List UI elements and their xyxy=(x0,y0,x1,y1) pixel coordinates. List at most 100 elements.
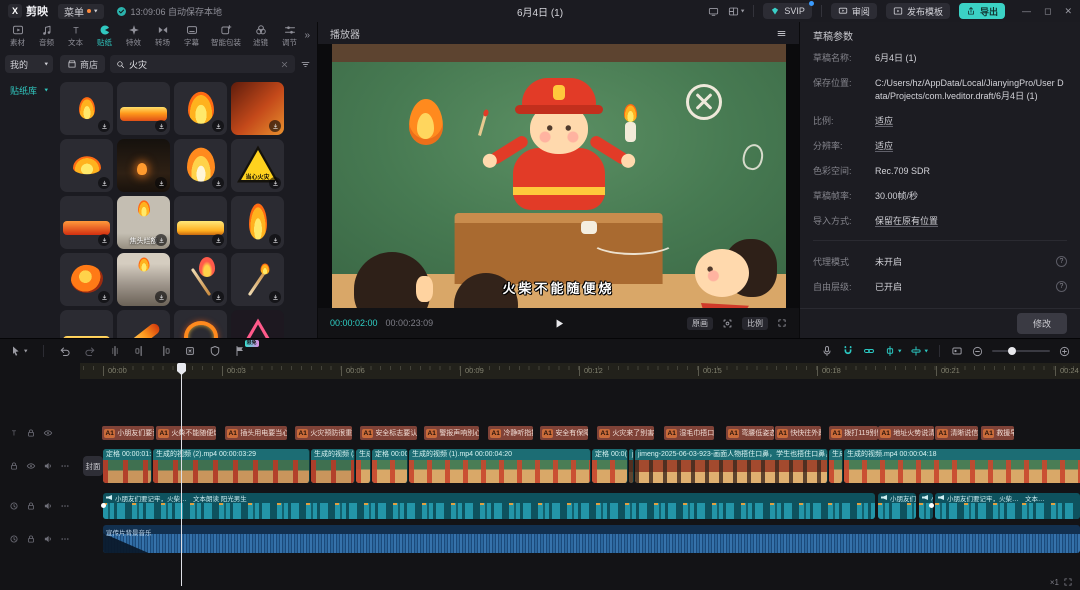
undo-button[interactable] xyxy=(59,345,71,357)
loop-icon[interactable] xyxy=(9,501,19,511)
download-icon[interactable] xyxy=(212,120,224,132)
sticker-photo-cat[interactable] xyxy=(117,253,170,306)
sticker-match-lit[interactable] xyxy=(174,253,227,306)
my-assets-select[interactable]: 我的 ▾ xyxy=(5,55,53,73)
text-clip[interactable]: A1清晰说信息 xyxy=(935,426,978,440)
modify-button[interactable]: 修改 xyxy=(1017,313,1067,334)
text-clip[interactable]: A1快快往外跑 xyxy=(775,426,821,440)
slider-knob[interactable] xyxy=(1008,347,1016,355)
download-icon[interactable] xyxy=(212,177,224,189)
video-frame[interactable]: 火柴不能随便烧 xyxy=(332,44,786,308)
player-menu-icon[interactable] xyxy=(776,28,787,39)
mute-icon[interactable] xyxy=(43,501,53,511)
more-icon[interactable] xyxy=(60,501,70,511)
download-icon[interactable] xyxy=(98,120,110,132)
download-icon[interactable] xyxy=(155,234,167,246)
player-only-view-icon[interactable] xyxy=(708,6,719,17)
tab-text[interactable]: T文本 xyxy=(61,22,90,49)
lock-icon[interactable] xyxy=(26,501,36,511)
download-icon[interactable] xyxy=(212,291,224,303)
download-icon[interactable] xyxy=(98,291,110,303)
ratio-button[interactable]: 比例 xyxy=(742,317,768,330)
delete-button[interactable] xyxy=(184,345,196,357)
sticker-explosion[interactable] xyxy=(60,253,113,306)
text-clip[interactable]: A1安全标志要认清 xyxy=(360,426,417,440)
tab-caption[interactable]: 字幕 xyxy=(177,22,206,49)
tab-effect[interactable]: 特效 xyxy=(119,22,148,49)
video-clip[interactable]: 生成的视频.mp4 00:00:04:18 xyxy=(844,449,1080,483)
maximize-button[interactable]: ◻ xyxy=(1044,6,1051,17)
close-button[interactable]: ✕ xyxy=(1064,6,1072,17)
text-clip[interactable]: A1冷静听指挥 xyxy=(488,426,533,440)
more-icon[interactable] xyxy=(60,534,70,544)
marker-button[interactable]: 限免 xyxy=(234,345,246,357)
eye-icon[interactable] xyxy=(43,428,53,438)
sticker-neon-triangle[interactable]: 遇到火灾 xyxy=(231,310,284,338)
video-clip[interactable]: jir xyxy=(629,449,634,483)
clear-search-icon[interactable] xyxy=(280,60,289,69)
lock-icon[interactable] xyxy=(26,428,36,438)
text-clip[interactable]: A1弯腰低姿态 xyxy=(726,426,774,440)
sticker-fire-row[interactable] xyxy=(60,310,113,338)
text-clip[interactable]: A1插头用电要当心 xyxy=(225,426,287,440)
tab-media[interactable]: 素材 xyxy=(3,22,32,49)
fit-focus-icon[interactable] xyxy=(722,318,733,329)
text-clip[interactable]: A1安全有保障 xyxy=(540,426,588,440)
help-icon[interactable]: ? xyxy=(1056,281,1067,292)
text-clip[interactable]: A1救援早到达 xyxy=(981,426,1014,440)
field-value[interactable]: 保留在原有位置 xyxy=(875,215,1067,228)
sticker-fire-comet[interactable] xyxy=(117,310,170,338)
download-icon[interactable] xyxy=(269,177,281,189)
zoom-out-icon[interactable] xyxy=(972,346,983,357)
video-clip[interactable]: 定格 00:0( xyxy=(592,449,628,483)
video-clip[interactable]: 生成 xyxy=(356,449,371,483)
video-clip[interactable]: 生成的视频 (1).mp4 00:00:04:20 xyxy=(409,449,591,483)
field-value[interactable]: 适应 xyxy=(875,115,1067,128)
video-clip[interactable]: 定格 00:00:01:09 xyxy=(103,449,152,483)
sticker-flame-small[interactable] xyxy=(60,82,113,135)
video-clip[interactable]: 定格 00:00:0 xyxy=(372,449,408,483)
fit-timeline-icon[interactable] xyxy=(1063,577,1073,587)
layout-switch-button[interactable]: ▾ xyxy=(728,6,745,17)
filter-icon[interactable] xyxy=(300,59,311,70)
video-clip[interactable]: 生成的 xyxy=(829,449,843,483)
download-icon[interactable] xyxy=(269,120,281,132)
mask-button[interactable] xyxy=(209,345,221,357)
more-tabs-chevron[interactable]: » xyxy=(304,30,314,41)
fade-handle-dot[interactable] xyxy=(101,503,106,508)
snap-magnet-icon[interactable] xyxy=(842,345,854,357)
record-voice-icon[interactable] xyxy=(821,345,833,357)
search-input[interactable] xyxy=(129,59,276,69)
tab-smartpack[interactable]: 智能包装 xyxy=(206,22,246,49)
field-value[interactable]: 适应 xyxy=(875,140,1067,153)
text-clip[interactable]: A1火灾预防很重要 xyxy=(295,426,352,440)
help-icon[interactable]: ? xyxy=(1056,256,1067,267)
split-button[interactable] xyxy=(109,345,121,357)
export-button[interactable]: 导出 xyxy=(959,3,1005,19)
tab-transition[interactable]: 转场 xyxy=(148,22,177,49)
download-icon[interactable] xyxy=(155,291,167,303)
tts-audio-clip[interactable]: 小朋友们要记牢，火柴… 文本… xyxy=(935,493,1080,519)
text-clip[interactable]: A1火柴不能随便烧 xyxy=(156,426,216,440)
music-clip[interactable]: 宣传片背景音乐 xyxy=(103,525,1080,553)
lock-icon[interactable] xyxy=(9,461,19,471)
text-clip[interactable]: A1拨打119别慌 xyxy=(829,426,878,440)
lock-icon[interactable] xyxy=(26,534,36,544)
tab-adjust[interactable]: 调节 xyxy=(275,22,304,49)
zoom-in-icon[interactable] xyxy=(1059,346,1070,357)
publish-template-button[interactable]: 发布模板 xyxy=(886,3,950,19)
timeline-zoom-slider[interactable] xyxy=(992,350,1050,352)
fullscreen-icon[interactable] xyxy=(777,318,787,328)
sticker-fire-strip-red[interactable] xyxy=(60,196,113,249)
link-tracks-icon[interactable] xyxy=(863,345,875,357)
sticker-flame-big[interactable] xyxy=(174,82,227,135)
mute-icon[interactable] xyxy=(43,534,53,544)
sidebar-item-sticker-library[interactable]: 贴纸库 ▾ xyxy=(5,82,53,98)
sticker-photo-scream[interactable] xyxy=(231,82,284,135)
download-icon[interactable] xyxy=(269,234,281,246)
tab-filter[interactable]: 滤镜 xyxy=(246,22,275,49)
menu-button[interactable]: 菜单 ▾ xyxy=(58,4,104,19)
sticker-warning-triangle[interactable]: 当心火灾 xyxy=(231,139,284,192)
download-icon[interactable] xyxy=(155,177,167,189)
store-button[interactable]: 商店 xyxy=(60,55,105,73)
